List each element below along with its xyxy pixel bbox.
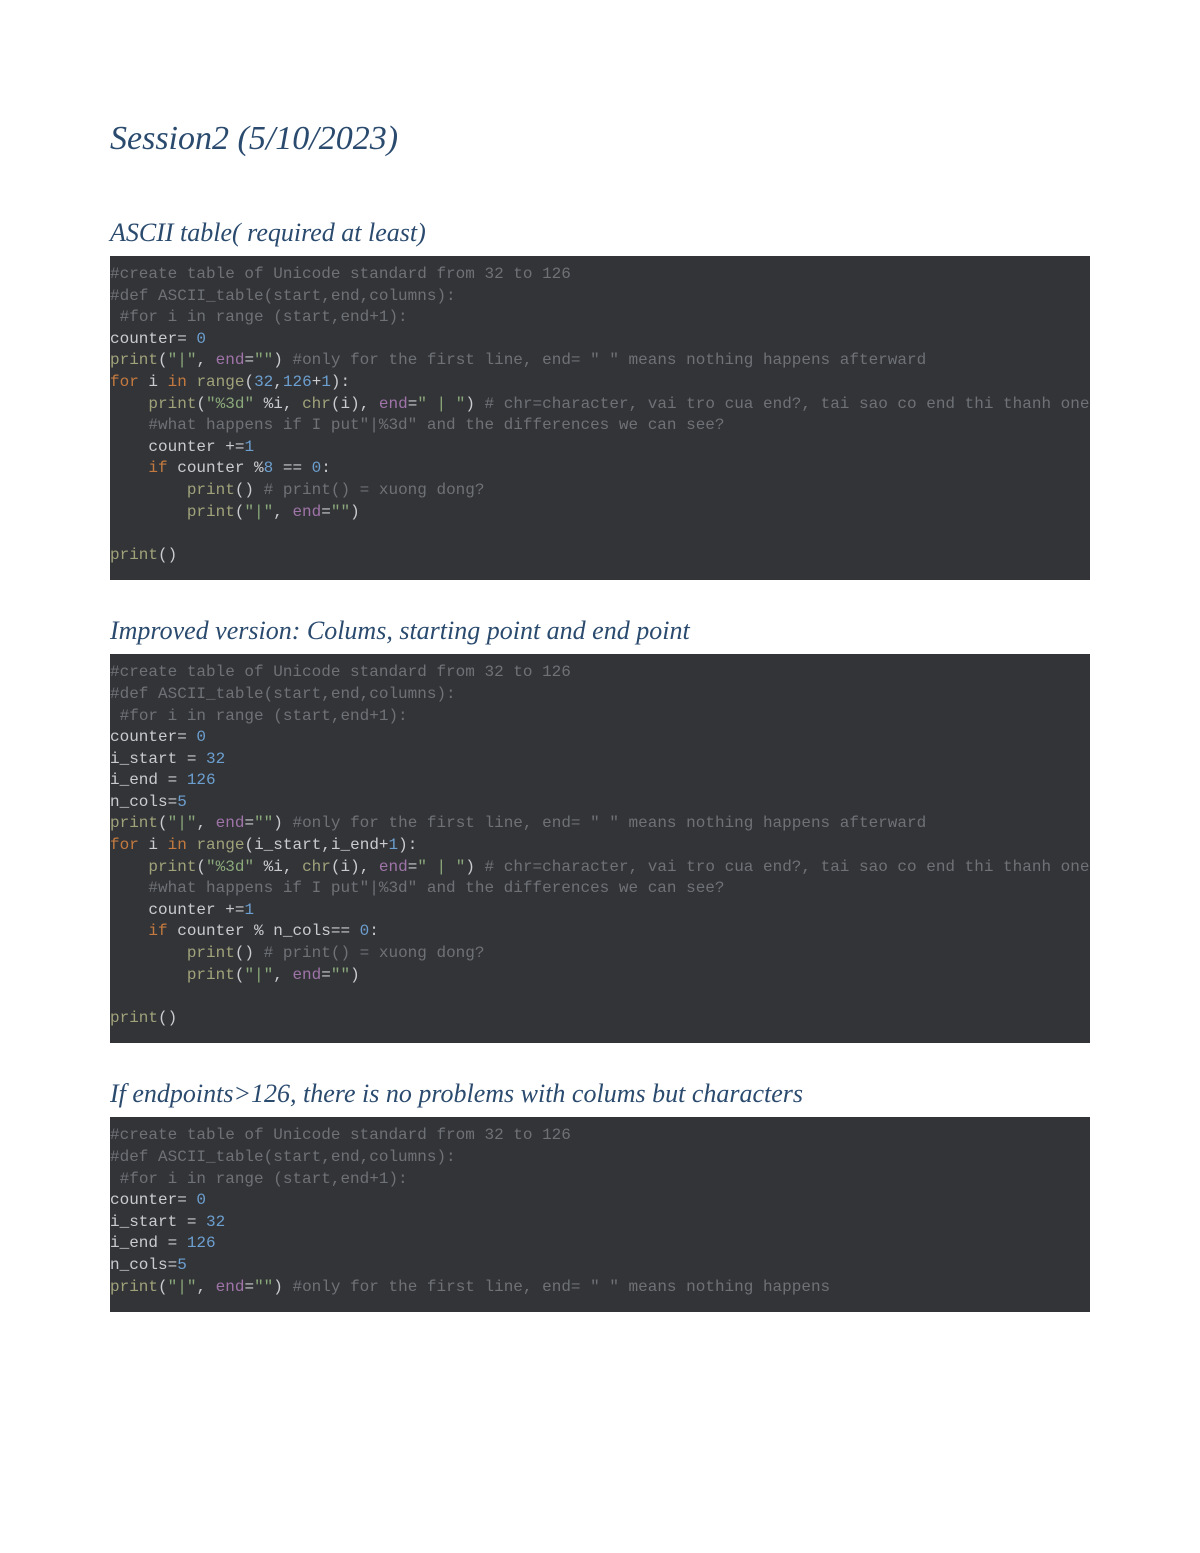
document-title: Session2 (5/10/2023) <box>110 120 1090 158</box>
section-heading-1: ASCII table( required at least) <box>110 218 1090 248</box>
document-page: Session2 (5/10/2023) ASCII table( requir… <box>0 0 1200 1372</box>
section-heading-3: If endpoints>126, there is no problems w… <box>110 1079 1090 1109</box>
code-block-3: #create table of Unicode standard from 3… <box>110 1117 1090 1312</box>
code-block-2: #create table of Unicode standard from 3… <box>110 654 1090 1043</box>
section-heading-2: Improved version: Colums, starting point… <box>110 616 1090 646</box>
code-block-1: #create table of Unicode standard from 3… <box>110 256 1090 580</box>
